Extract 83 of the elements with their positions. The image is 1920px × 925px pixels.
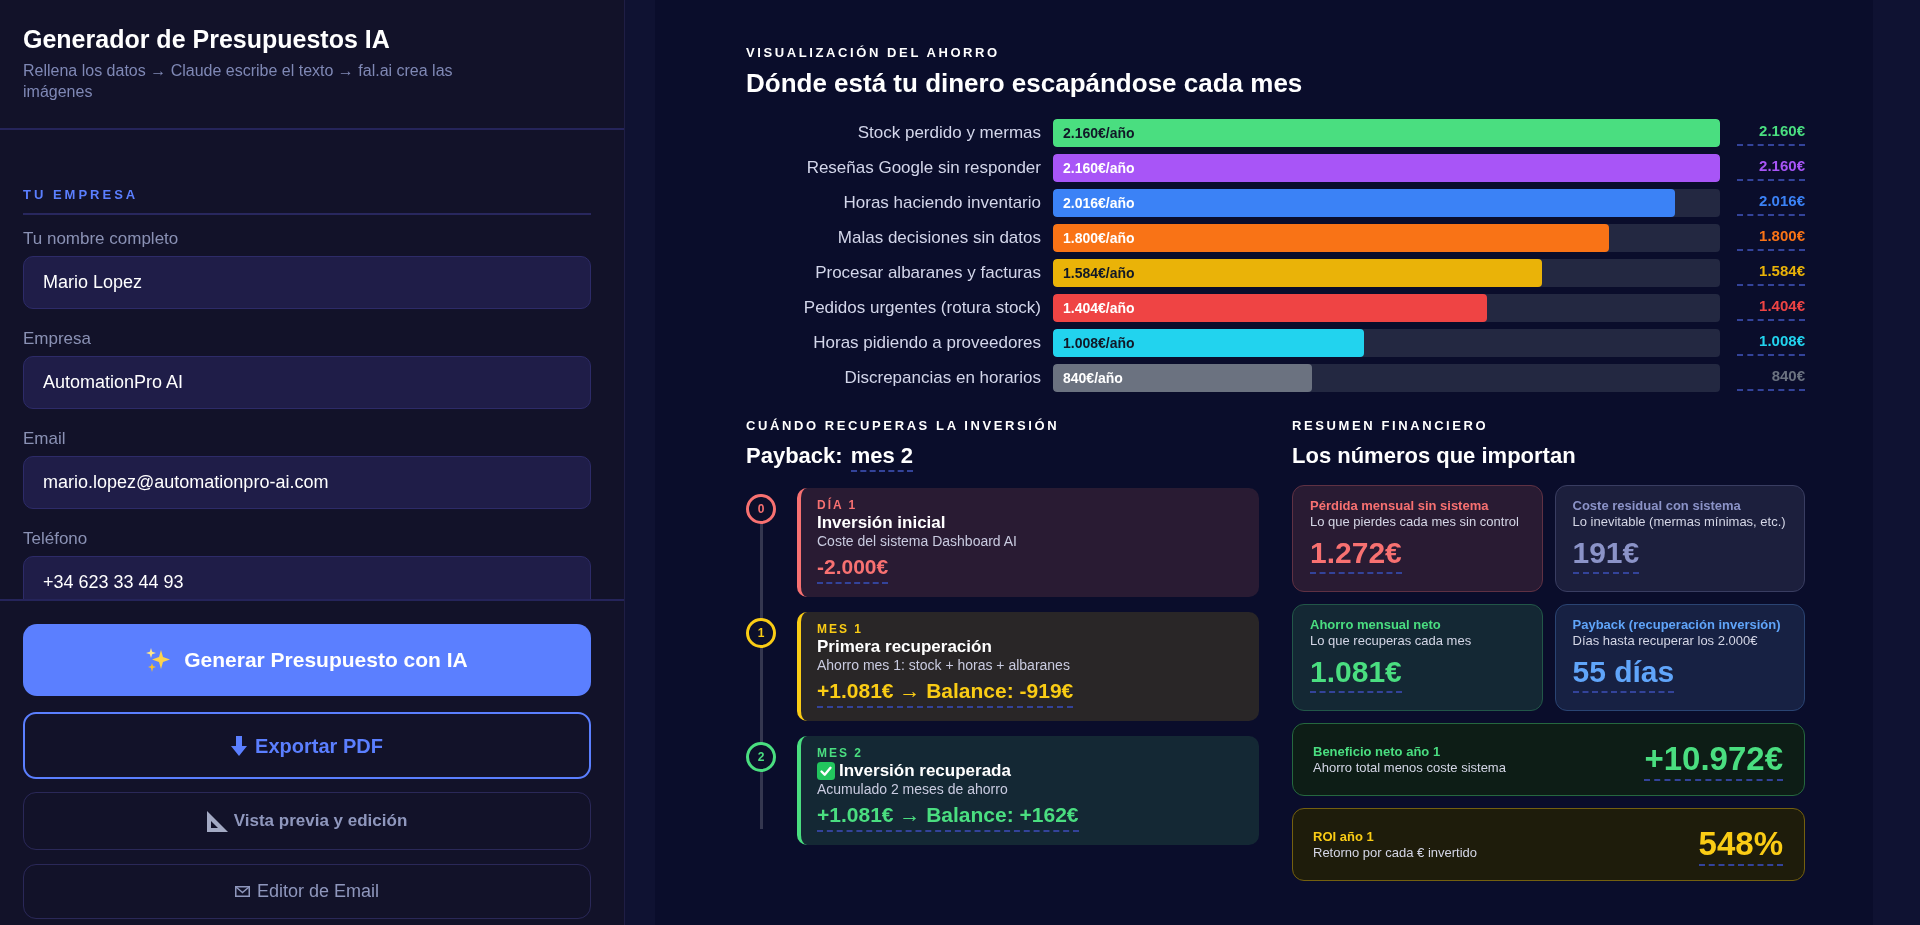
- step-amount: +1.081€ → Balance: +162€: [817, 802, 1079, 832]
- category-label: Pedidos urgentes (rotura stock): [803, 297, 1041, 319]
- category-label: Stock perdido y mermas: [857, 122, 1041, 144]
- category-label: Procesar albaranes y facturas: [815, 262, 1041, 284]
- step-number: 1: [746, 618, 776, 648]
- metric-value: 191€: [1572, 534, 1640, 574]
- amount-value: 1.008€: [1737, 331, 1805, 356]
- bar-value-label: 840€/año: [1063, 369, 1123, 387]
- section-title: Dónde está tu dinero escapándose cada mes: [746, 68, 1304, 98]
- metric-title: Beneficio neto año 1: [1313, 743, 1442, 760]
- text-input[interactable]: mario.lopez@automationpro-ai.com: [23, 456, 591, 509]
- bar-value-label: 2.016€/año: [1063, 194, 1135, 212]
- metric-title: ROI año 1: [1313, 828, 1375, 845]
- payback-heading: Payback:: [746, 442, 843, 470]
- step-label: MES 2: [817, 746, 864, 761]
- metric-value: 548%: [1698, 823, 1783, 866]
- metric-description: Ahorro total menos coste sistema: [1313, 759, 1506, 776]
- down-arrow-icon: [231, 735, 248, 756]
- preview-button[interactable]: Vista previa y edición: [23, 792, 591, 850]
- amount-value: 1.800€: [1737, 226, 1805, 251]
- step-description: Acumulado 2 meses de ahorro: [817, 781, 1009, 798]
- bar-value-label: 2.160€/año: [1063, 159, 1135, 177]
- step-title: Primera recuperación: [817, 637, 992, 657]
- step-description: Ahorro mes 1: stock + horas + albaranes: [817, 657, 1071, 674]
- metric-title: Coste residual con sistema: [1572, 498, 1742, 514]
- metric-title: Payback (recuperación inversión): [1572, 617, 1782, 633]
- bar-value-label: 2.160€/año: [1063, 124, 1135, 142]
- amount-value: 840€: [1737, 366, 1805, 391]
- payback-month: mes 2: [850, 442, 913, 472]
- field-label: Email: [23, 429, 67, 449]
- step-number: 2: [746, 742, 776, 772]
- amount-value: 2.016€: [1737, 191, 1805, 216]
- amount-value: 2.160€: [1737, 156, 1805, 181]
- category-label: Horas pidiendo a proveedores: [813, 332, 1041, 354]
- app-subtitle: Rellena los datos → Claude escribe el texto → fal.ai crea las imágenes: [23, 61, 454, 102]
- text-input[interactable]: AutomationPro AI: [23, 356, 591, 409]
- bar-value-label: 1.404€/año: [1063, 299, 1135, 317]
- generate-button[interactable]: Generar Presupuesto con IA: [23, 624, 591, 696]
- metric-description: Lo que recuperas cada mes: [1310, 633, 1473, 649]
- metric-description: Retorno por cada € invertido: [1313, 844, 1478, 861]
- amount-value: 1.584€: [1737, 261, 1805, 286]
- amount-value: 2.160€: [1737, 121, 1805, 146]
- step-number: 0: [746, 494, 776, 524]
- envelope-icon: [234, 886, 250, 897]
- bar-value-label: 1.800€/año: [1063, 229, 1135, 247]
- category-label: Reseñas Google sin responder: [806, 157, 1041, 179]
- category-label: Horas haciendo inventario: [843, 192, 1041, 214]
- email-editor-button[interactable]: Editor de Email: [23, 864, 591, 919]
- section-label: VISUALIZACIÓN DEL AHORRO: [746, 45, 1001, 61]
- metric-value: 55 días: [1572, 653, 1675, 693]
- step-label: MES 1: [817, 622, 864, 637]
- amount-value: 1.404€: [1737, 296, 1805, 321]
- metric-description: Lo que pierdes cada mes sin control: [1310, 514, 1520, 530]
- text-input[interactable]: +34 623 33 44 93: [23, 556, 591, 599]
- export-button[interactable]: Exportar PDF: [23, 712, 591, 779]
- section-label: CUÁNDO RECUPERAS LA INVERSIÓN: [746, 418, 1061, 434]
- step-description: Coste del sistema Dashboard AI: [817, 533, 1018, 550]
- metric-title: Ahorro mensual neto: [1310, 617, 1442, 633]
- app-title: Generador de Presupuestos IA: [23, 24, 391, 54]
- step-amount: -2.000€: [817, 554, 889, 584]
- metric-value: 1.081€: [1310, 653, 1402, 693]
- section-heading: TU EMPRESA: [23, 187, 591, 215]
- checkmark-icon: [817, 762, 835, 780]
- step-amount: +1.081€ → Balance: -919€: [817, 678, 1074, 708]
- step-title: Inversión recuperada: [839, 761, 1011, 781]
- bar-value-label: 1.008€/año: [1063, 334, 1135, 352]
- section-title: Los números que importan: [1292, 442, 1577, 470]
- metric-description: Días hasta recuperar los 2.000€: [1572, 633, 1759, 649]
- text-input[interactable]: Mario Lopez: [23, 256, 591, 309]
- field-label: Tu nombre completo: [23, 229, 180, 249]
- metric-title: Pérdida mensual sin sistema: [1310, 498, 1490, 514]
- section-label: RESUMEN FINANCIERO: [1292, 418, 1490, 434]
- metric-description: Lo inevitable (mermas mínimas, etc.): [1572, 514, 1787, 530]
- bar-value-label: 1.584€/año: [1063, 264, 1135, 282]
- category-label: Malas decisiones sin datos: [837, 227, 1041, 249]
- metric-value: 1.272€: [1310, 534, 1402, 574]
- field-label: Empresa: [23, 329, 93, 349]
- field-label: Teléfono: [23, 529, 89, 549]
- category-label: Discrepancias en horarios: [844, 367, 1041, 389]
- step-title: Inversión inicial: [817, 513, 946, 533]
- metric-value: +10.972€: [1644, 738, 1783, 781]
- sparkles-icon: [146, 648, 171, 672]
- step-label: DÍA 1: [817, 498, 859, 513]
